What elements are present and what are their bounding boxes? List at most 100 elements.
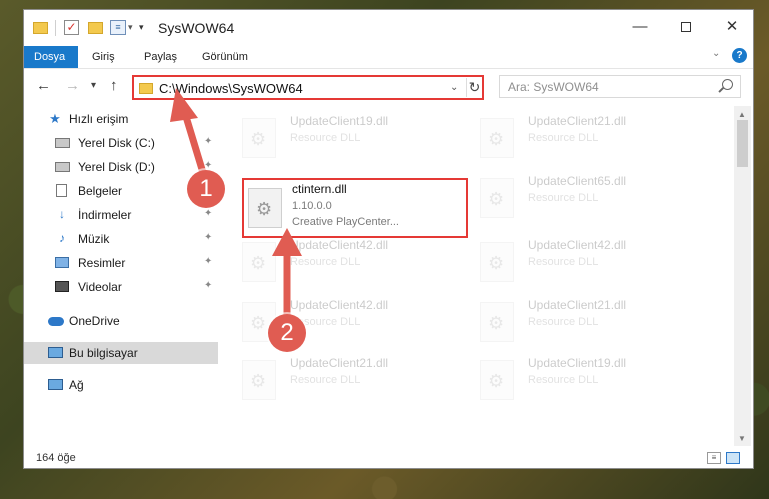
chevron-down-icon[interactable]: ▾ [128,22,133,40]
file-item[interactable]: UpdateClient19.dll Resource DLL [480,354,705,412]
sidebar-item-network[interactable]: Ağ [24,374,218,396]
tab-share[interactable]: Paylaş [135,46,186,68]
file-item-ctintern[interactable]: ctintern.dll 1.10.0.0 Creative PlayCente… [242,178,468,238]
tab-view[interactable]: Görünüm [193,46,257,68]
details-view-icon[interactable]: ≡ [707,452,721,464]
file-description: Resource DLL [528,132,599,144]
recent-locations-icon[interactable]: ▾ [91,80,96,91]
sidebar-item-quick-access[interactable]: ★ Hızlı erişim [24,108,218,130]
file-item[interactable]: UpdateClient65.dll Resource DLL [480,172,705,230]
file-name: ctintern.dll [292,182,347,196]
sidebar-item-this-pc[interactable]: Bu bilgisayar [24,342,218,364]
star-icon: ★ [49,111,61,126]
maximize-button[interactable] [663,10,709,44]
file-version: 1.10.0.0 [292,200,332,212]
tab-home[interactable]: Giriş [83,46,124,68]
sidebar-item-label: Ağ [69,378,84,392]
file-item[interactable]: UpdateClient21.dll Resource DLL [480,112,705,170]
video-icon [55,281,69,292]
divider [55,20,56,36]
address-dropdown-icon[interactable]: ⌄ [450,82,458,93]
pin-icon[interactable]: ✦ [204,208,212,219]
properties-icon[interactable]: ≡ [110,20,126,35]
sidebar-item-downloads[interactable]: ↓ İndirmeler ✦ [24,204,218,226]
new-folder-icon[interactable] [88,22,103,34]
sidebar-item-local-disk-d[interactable]: Yerel Disk (D:) ✦ [24,156,218,178]
customize-toolbar-icon[interactable]: ▾ [139,22,144,40]
file-item[interactable]: UpdateClient19.dll Resource DLL [242,112,467,170]
dll-file-icon [242,242,276,282]
sidebar-item-onedrive[interactable]: OneDrive [24,310,218,332]
sidebar-item-label: Videolar [78,280,122,294]
sidebar-item-label: Yerel Disk (C:) [78,136,155,150]
pin-icon[interactable]: ✦ [204,136,212,147]
vertical-scrollbar[interactable]: ▲ ▼ [734,106,751,446]
file-description: Resource DLL [290,132,361,144]
drive-icon [55,162,70,172]
file-item[interactable]: UpdateClient42.dll Resource DLL [480,236,705,294]
expand-ribbon-icon[interactable]: ⌄ [712,48,720,59]
scroll-up-icon[interactable]: ▲ [738,110,746,119]
file-company: Creative PlayCenter... [292,216,399,228]
maximize-icon [681,22,691,33]
refresh-icon[interactable]: ↻ [466,78,482,97]
search-icon[interactable] [722,79,733,90]
file-description: Resource DLL [528,192,599,204]
folder-icon [139,83,153,94]
file-name: UpdateClient21.dll [528,298,627,312]
file-list: UpdateClient19.dll Resource DLL UpdateCl… [220,106,734,446]
forward-arrow-icon[interactable]: → [65,77,80,94]
sidebar-item-videos[interactable]: Videolar ✦ [24,276,218,298]
document-icon [56,184,67,197]
sidebar-item-label: OneDrive [69,314,120,328]
title-bar: ✓ ≡ ▾ ▾ SysWOW64 — ✕ [24,10,753,46]
file-name: UpdateClient19.dll [290,114,389,128]
ribbon-tabs: Dosya Giriş Paylaş Görünüm [24,46,753,68]
properties-check-icon[interactable]: ✓ [64,20,79,35]
drive-icon [55,138,70,148]
explorer-window: ✓ ≡ ▾ ▾ SysWOW64 — ✕ Dosya Giriş Paylaş … [23,9,754,469]
scroll-thumb[interactable] [737,120,748,167]
sidebar-item-label: Yerel Disk (D:) [78,160,155,174]
search-placeholder[interactable]: Ara: SysWOW64 [508,80,599,94]
computer-icon [48,347,63,358]
pin-icon[interactable]: ✦ [204,256,212,267]
sidebar-item-pictures[interactable]: Resimler ✦ [24,252,218,274]
file-item[interactable]: UpdateClient42.dll Resource DLL [242,236,467,294]
file-name: UpdateClient42.dll [290,298,389,312]
file-item[interactable]: UpdateClient21.dll Resource DLL [480,296,705,354]
file-name: UpdateClient42.dll [290,238,389,252]
sidebar-item-local-disk-c[interactable]: Yerel Disk (C:) ✦ [24,132,218,154]
folder-icon[interactable] [33,22,48,34]
sidebar-item-label: İndirmeler [78,208,132,222]
file-name: UpdateClient21.dll [290,356,389,370]
address-bar[interactable]: C:\Windows\SysWOW64 ⌄ ↻ [132,75,484,100]
music-icon: ♪ [59,231,65,245]
file-name: UpdateClient42.dll [528,238,627,252]
sidebar-item-music[interactable]: ♪ Müzik ✦ [24,228,218,250]
up-arrow-icon[interactable]: ↑ [110,77,118,94]
scroll-down-icon[interactable]: ▼ [738,434,746,443]
file-description: Resource DLL [528,256,599,268]
tab-file[interactable]: Dosya [24,46,78,68]
file-description: Resource DLL [290,374,361,386]
back-arrow-icon[interactable]: ← [36,77,51,94]
search-box[interactable]: Ara: SysWOW64 [499,75,741,98]
minimize-button[interactable]: — [617,10,663,44]
sidebar-item-label: Hızlı erişim [69,112,129,126]
file-item[interactable]: UpdateClient21.dll Resource DLL [242,354,467,412]
tiles-view-icon[interactable] [726,452,740,464]
item-count: 164 öğe [36,452,76,464]
sidebar-item-label: Belgeler [78,184,123,198]
help-icon[interactable]: ? [732,48,747,63]
sidebar-item-label: Resimler [78,256,126,270]
dll-file-icon [242,360,276,400]
file-description: Resource DLL [528,316,599,328]
dll-file-icon [480,118,514,158]
close-button[interactable]: ✕ [709,10,755,44]
pin-icon[interactable]: ✦ [204,232,212,243]
dll-file-icon [242,118,276,158]
address-text[interactable]: C:\Windows\SysWOW64 [159,81,303,96]
window-title: SysWOW64 [158,20,235,36]
pin-icon[interactable]: ✦ [204,280,212,291]
